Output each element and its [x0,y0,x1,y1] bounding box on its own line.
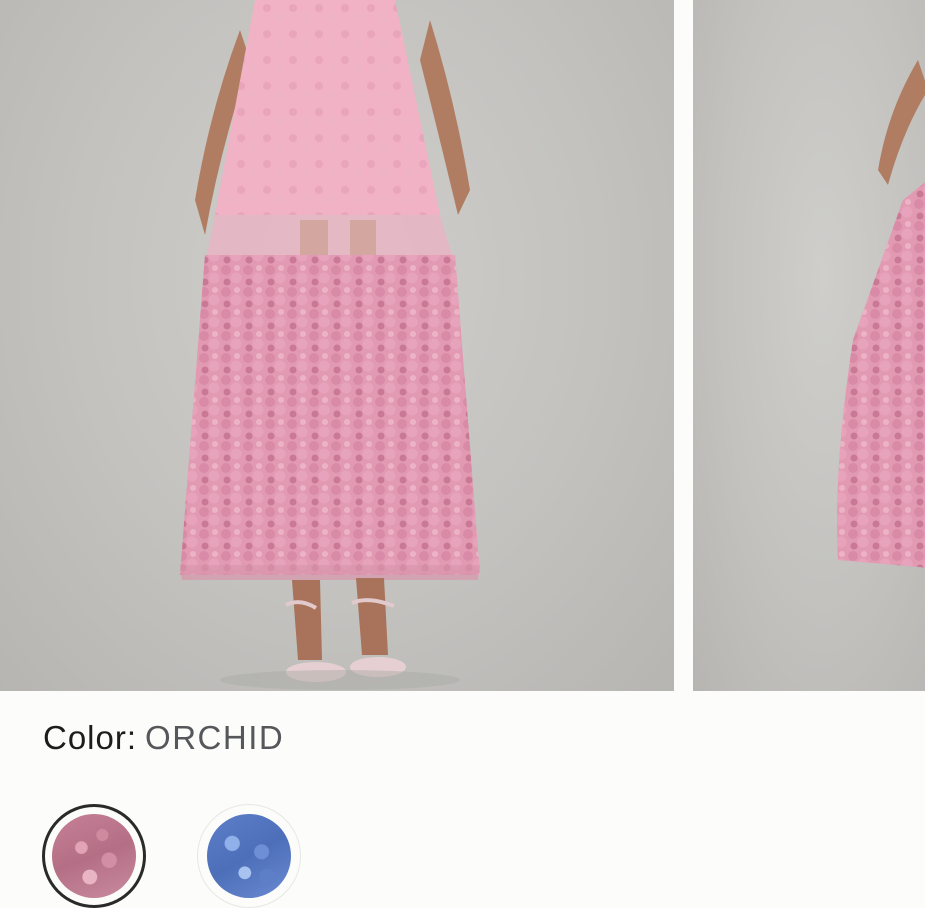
product-photo-next[interactable] [693,0,925,691]
color-swatch-blue[interactable] [197,804,301,908]
color-label-value: ORCHID [145,719,285,756]
selected-color-label: Color: ORCHID [43,719,284,757]
dress-illustration-next [837,60,925,568]
product-image-gallery[interactable] [0,0,925,691]
color-swatch-orchid[interactable] [42,804,146,908]
dress-illustration [180,0,480,690]
product-photo-main[interactable] [0,0,674,691]
swatch-blue-fill [207,814,291,898]
swatch-orchid-fill [52,814,136,898]
color-label-key: Color: [43,719,138,756]
